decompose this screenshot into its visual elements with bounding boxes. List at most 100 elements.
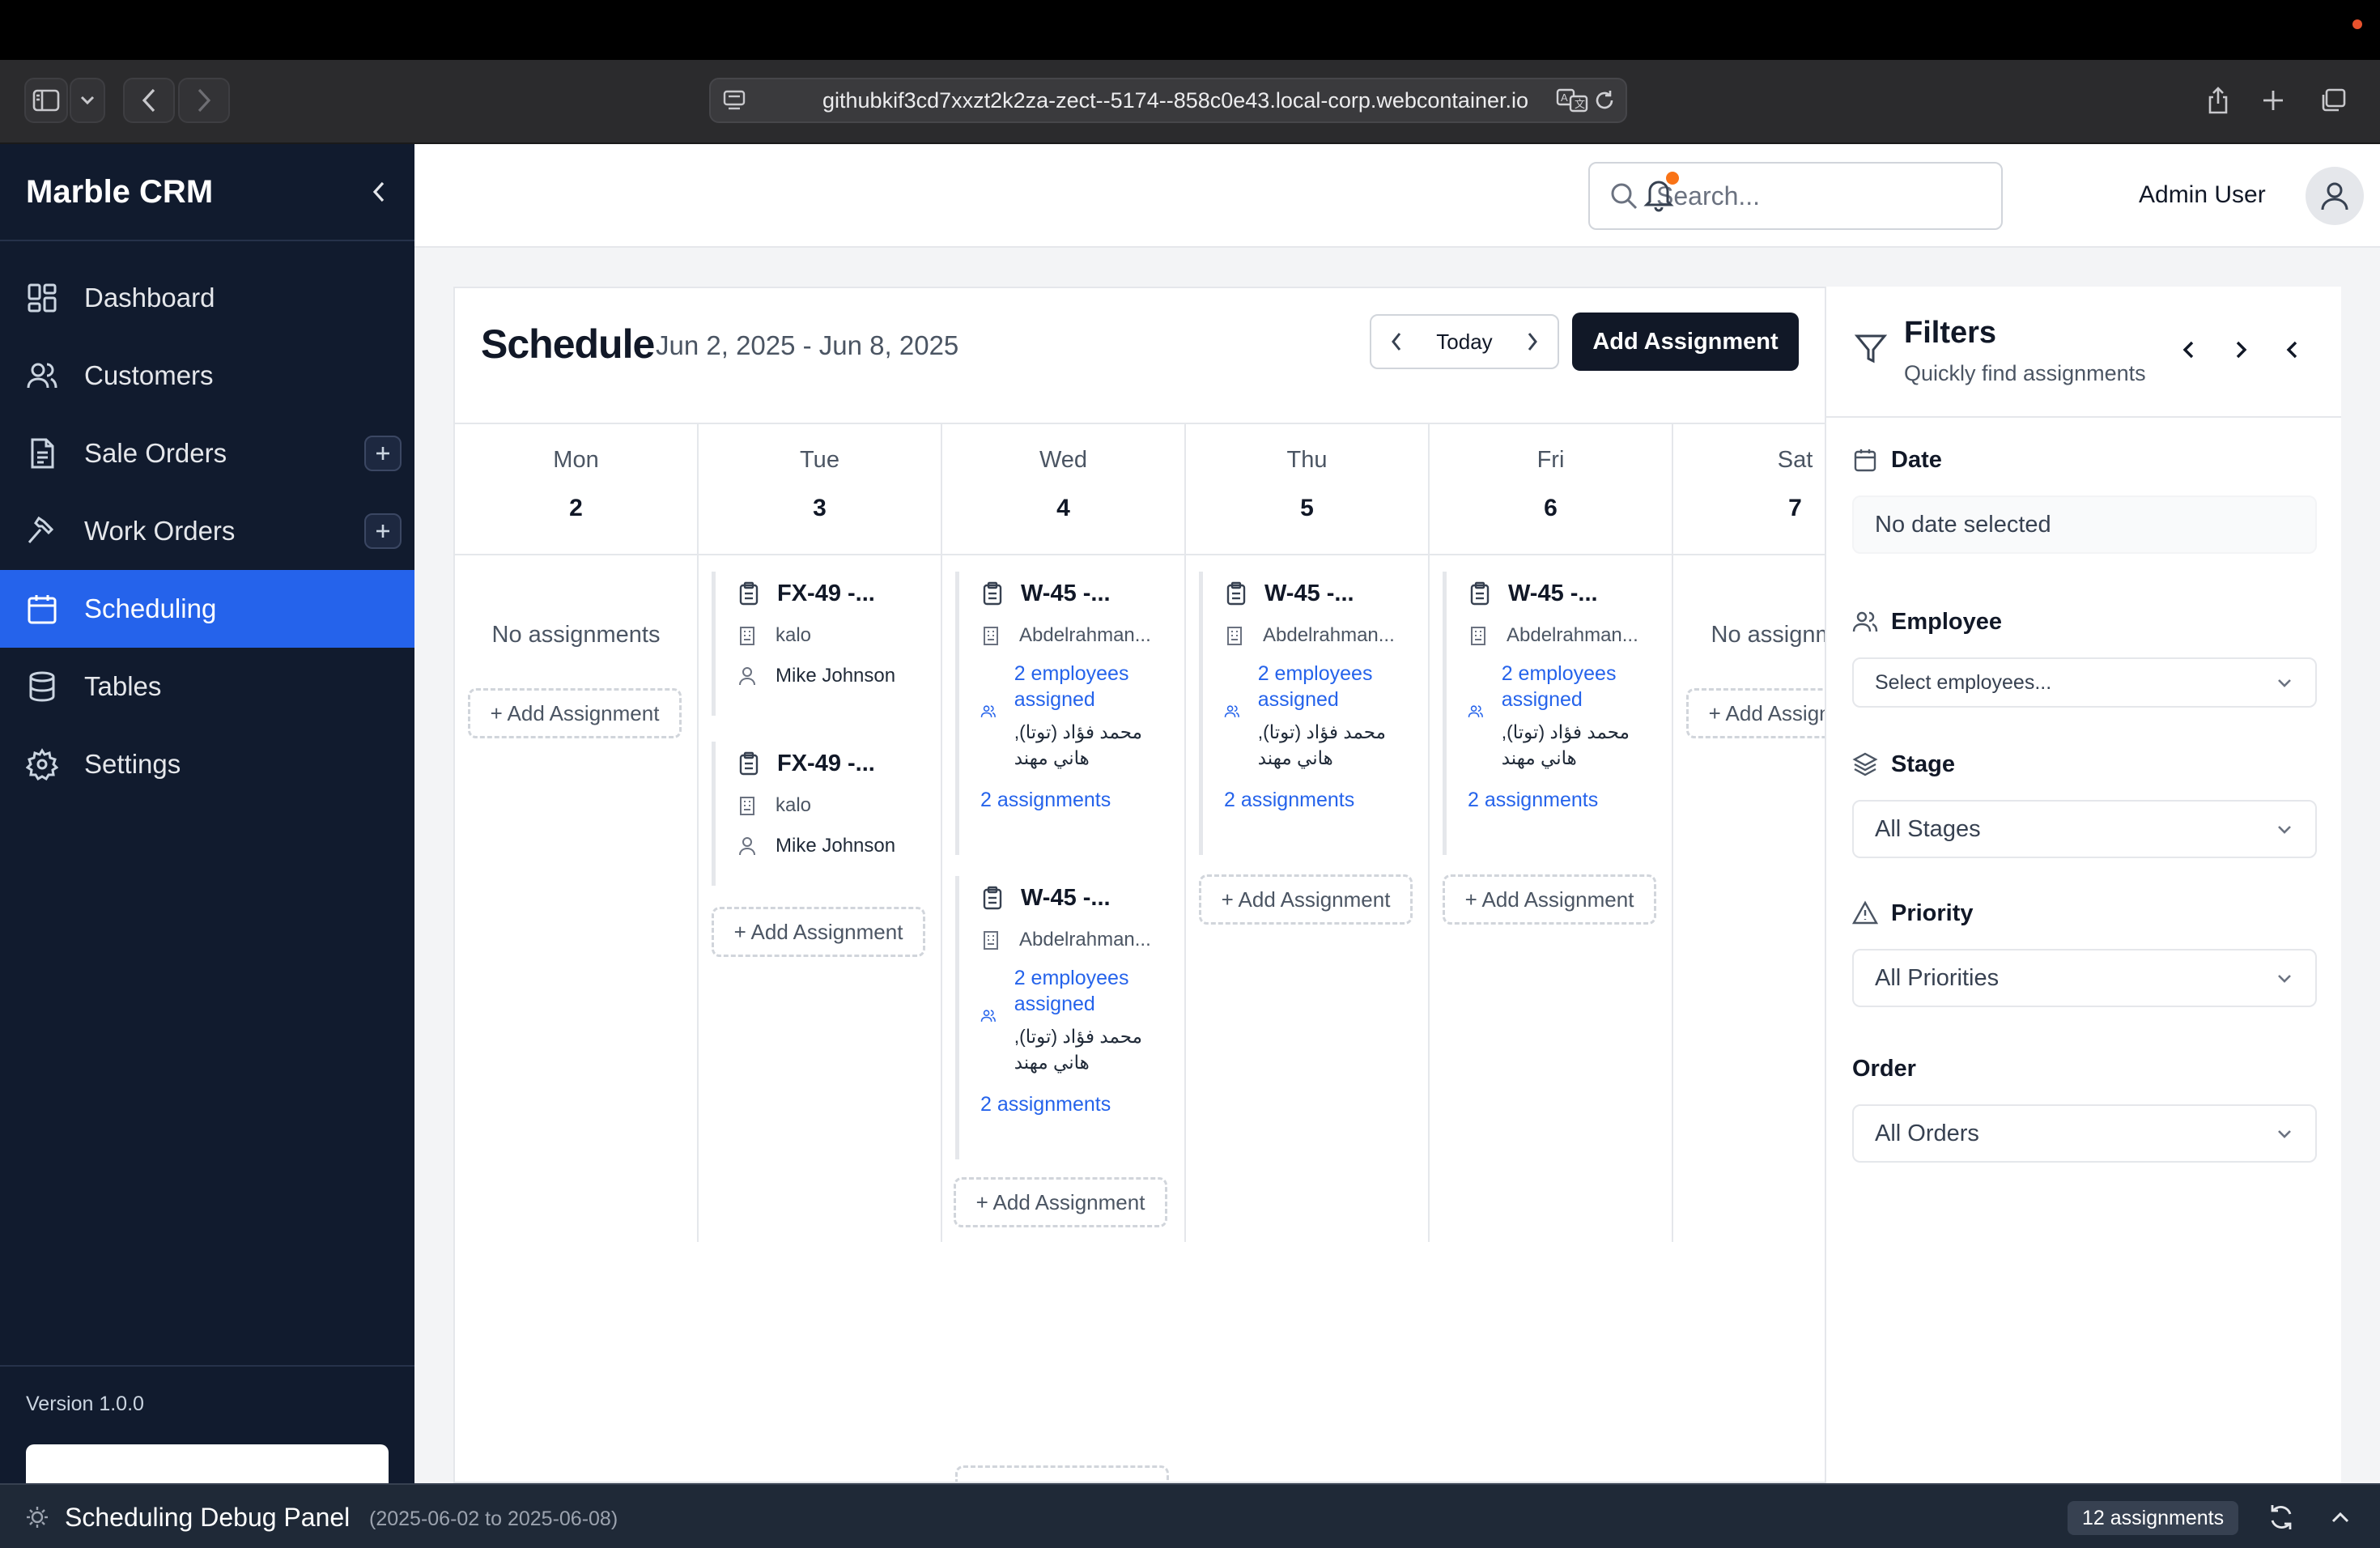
employee-names: محمد فؤاد (توتا), هاني مهند [1014,721,1142,768]
previous-week-button[interactable] [1371,316,1422,368]
users-icon [1224,705,1239,717]
building-icon [1227,627,1242,645]
svg-text:文: 文 [1575,98,1585,110]
share-icon [2208,87,2228,114]
assignment-count[interactable]: 2 assignments [1224,789,1416,812]
employee-label-text: Employee [1891,608,2002,635]
assignment-count[interactable]: 2 assignments [980,1093,1172,1116]
sidebar-item-sale-orders[interactable]: Sale Orders [0,415,414,492]
day-header: Mon 2 [455,424,697,555]
chevron-right-icon[interactable] [2228,337,2254,363]
assignment-card[interactable]: FX-49 -... kalo Mike Johnson [712,742,929,886]
refresh-icon[interactable] [2267,1503,2296,1532]
add-sale-order-button[interactable] [364,436,402,471]
no-assignments-text: No assignments [1711,622,1825,648]
calendar-icon [28,595,57,624]
sidebar-item-work-orders[interactable]: Work Orders [0,492,414,570]
assignment-title: W-45 -... [1224,572,1416,615]
clipboard-icon [983,581,1002,606]
tab-overview-button[interactable] [2310,78,2356,123]
chevron-up-icon[interactable] [2328,1506,2352,1530]
customer-name: Abdelrahman... [1019,929,1151,950]
clipboard-icon [739,751,759,776]
add-work-order-button[interactable] [364,513,402,549]
day-name: Wed [1039,447,1088,473]
assignment-count[interactable]: 2 assignments [1468,789,1660,812]
add-assignment-day-button-placeholder [955,1465,1169,1482]
user-icon [2321,182,2348,211]
document-icon [31,438,54,469]
day-column-mon: Mon 2 No assignments + Add Assignment [455,424,699,1242]
add-assignment-button[interactable]: Add Assignment [1572,313,1799,371]
debug-panel[interactable]: Scheduling Debug Panel (2025-06-02 to 20… [0,1483,2380,1548]
order-select[interactable]: All Orders [1852,1104,2317,1163]
sidebar-item-settings[interactable]: Settings [0,725,414,803]
date-picker[interactable]: No date selected [1852,495,2317,554]
next-week-button[interactable] [1507,316,1558,368]
forward-button[interactable] [178,78,230,123]
assignment-card[interactable]: W-45 -... Abdelrahman... 2 employees ass… [1199,572,1416,855]
sidebar-item-customers[interactable]: Customers [0,337,414,415]
assignment-card[interactable]: FX-49 -... kalo Mike Johnson [712,572,929,716]
sidebar-toggle-button[interactable] [24,78,68,123]
day-header: Fri 6 [1430,424,1672,555]
employees-assigned-link[interactable]: 2 employees assigned [1502,661,1660,712]
date-range: Jun 2, 2025 - Jun 8, 2025 [656,330,959,360]
sidebar-item-tables[interactable]: Tables [0,648,414,725]
assignment-card[interactable]: W-45 -... Abdelrahman... 2 employees ass… [955,876,1172,1159]
page-title: Schedule [481,321,655,367]
add-assignment-day-button[interactable]: + Add Assignment [468,688,682,738]
customer-name: kalo [776,624,812,646]
collapse-sidebar-icon[interactable] [369,180,389,204]
stage-select[interactable]: All Stages [1852,800,2317,858]
chevron-right-icon [198,88,211,113]
add-assignment-day-button[interactable]: + Add Assignment [1443,874,1656,925]
assignment-count[interactable]: 2 assignments [980,789,1172,812]
sidebar-item-dashboard[interactable]: Dashboard [0,259,414,337]
avatar[interactable] [2306,167,2364,225]
add-assignment-day-button[interactable]: + Add Assignment [954,1177,1167,1227]
address-bar[interactable]: githubkif3cd7xxzt2k2za-zect--5174--858c0… [709,78,1627,123]
assignment-customer: Abdelrahman... [980,920,1172,960]
assigned-employees: 2 employees assigned محمد فؤاد (توتا), ه… [1468,661,1660,771]
tab-group-dropdown[interactable] [70,78,105,123]
reload-icon[interactable] [1593,89,1616,112]
search-icon [1611,183,1638,210]
assignment-card[interactable]: W-45 -... Abdelrahman... 2 employees ass… [1443,572,1660,855]
employees-assigned-link[interactable]: 2 employees assigned [1258,661,1416,712]
assignment-card[interactable]: W-45 -... Abdelrahman... 2 employees ass… [955,572,1172,855]
notifications-button[interactable] [1642,172,1681,214]
chevron-down-icon [2278,826,2291,834]
employees-assigned-link[interactable]: 2 employees assigned [1014,965,1172,1017]
customer-name: Abdelrahman... [1507,624,1638,646]
add-assignment-day-button[interactable]: + Add Assignment [1686,688,1825,738]
schedule-header: Schedule Jun 2, 2025 - Jun 8, 2025 Today… [455,288,1825,424]
employees-assigned-link[interactable]: 2 employees assigned [1014,661,1172,712]
new-tab-button[interactable] [2250,78,2296,123]
employee-select[interactable]: Select employees... [1852,657,2317,708]
employee-names: محمد فؤاد (توتا), هاني مهند [1501,721,1630,768]
priority-select[interactable]: All Priorities [1852,949,2317,1007]
sidebar-item-label: Scheduling [84,593,217,623]
debug-title: Scheduling Debug Panel [65,1503,351,1532]
sidebar-item-label: Sale Orders [84,438,227,468]
assignment-employee: Mike Johnson [737,826,929,866]
chevron-left-icon[interactable] [2176,337,2202,363]
user-name[interactable]: Admin User [2139,181,2266,209]
sidebar-item-scheduling[interactable]: Scheduling [0,570,414,648]
clipboard-icon [1226,581,1246,606]
share-button[interactable] [2195,78,2241,123]
add-assignment-day-button[interactable]: + Add Assignment [712,907,925,957]
calendar-icon [1854,449,1876,472]
today-button[interactable]: Today [1422,330,1507,355]
building-icon [984,627,998,645]
chevron-left-icon [1392,333,1401,351]
sidebar-item-label: Dashboard [84,283,215,313]
add-assignment-day-button[interactable]: + Add Assignment [1199,874,1413,925]
back-button[interactable] [123,78,175,123]
translate-icon: A文 [1556,88,1588,113]
users-icon [980,1010,996,1022]
priority-label-text: Priority [1891,899,1974,926]
assignment-employee: Mike Johnson [737,656,929,696]
collapse-filters-icon[interactable] [2280,337,2306,363]
